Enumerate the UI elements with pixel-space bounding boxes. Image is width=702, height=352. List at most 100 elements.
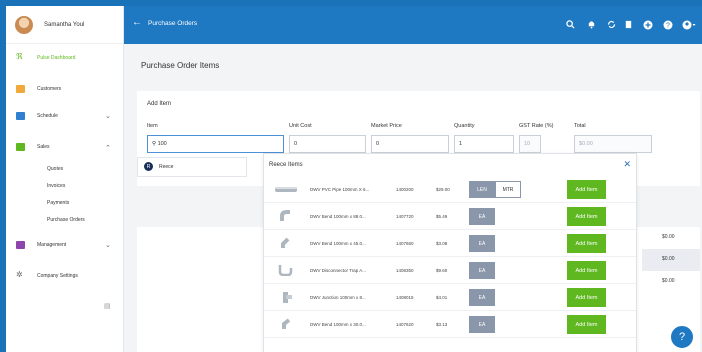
sidebar: Samantha Youl ℜ Pulse Dashboard Customer…	[6, 6, 124, 352]
supplier-items-modal: Reece Items ✕ DWV PVC Pipe 100mm X 6... …	[263, 153, 637, 352]
gst-rate-label: GST Rate (%)	[519, 123, 554, 129]
calendar-icon	[16, 112, 25, 120]
chevron-down-icon: ⌄	[105, 113, 111, 120]
total-input: $0.00	[574, 135, 652, 153]
row-total: $0.00	[642, 249, 700, 271]
sidebar-item-customers[interactable]: Customers	[6, 82, 124, 96]
user-menu-icon[interactable]	[681, 19, 697, 30]
list-item: DWV Junction 100mm x 8... 1408015 $4.01 …	[264, 284, 636, 311]
help-chat-button[interactable]: ?	[669, 324, 695, 350]
sidebar-subitem-quotes[interactable]: Quotes	[47, 166, 63, 172]
avatar	[15, 15, 33, 34]
item-description: DWV Disconnector Trap A...	[310, 268, 367, 273]
supplier-name: Reece	[159, 164, 174, 170]
sidebar-item-pulse-dashboard[interactable]: ℜ Pulse Dashboard	[6, 51, 124, 65]
add-item-button[interactable]: Add Item	[567, 261, 606, 280]
bend-thumbnail-icon	[281, 237, 290, 248]
app-frame: Samantha Youl ℜ Pulse Dashboard Customer…	[6, 6, 702, 352]
top-bar: ← Purchase Orders ?	[124, 6, 702, 44]
sidebar-item-label: Pulse Dashboard	[37, 55, 76, 61]
item-search-input[interactable]: ⚲ 100	[147, 135, 284, 153]
unit-option-ea[interactable]: EA	[469, 289, 495, 306]
sidebar-item-label: Sales	[37, 144, 50, 150]
search-icon[interactable]	[565, 19, 576, 30]
list-item: DWV Bend 100mm x 45.0... 1407660 $3.08 E…	[264, 230, 636, 257]
sidebar-item-label: Customers	[37, 86, 62, 92]
sidebar-item-label: Management	[37, 242, 67, 248]
close-icon[interactable]: ✕	[623, 159, 631, 170]
row-total: $0.00	[662, 278, 675, 284]
sync-icon[interactable]	[606, 19, 617, 30]
item-search-value: 100	[157, 141, 167, 147]
unit-option-ea[interactable]: EA	[469, 316, 495, 333]
collapse-sidebar-icon[interactable]: ▤	[104, 302, 111, 310]
help-circle-icon[interactable]: ?	[662, 19, 673, 30]
unit-option-ea[interactable]: EA	[469, 262, 495, 279]
item-code: 1407720	[396, 214, 414, 219]
sidebar-item-schedule[interactable]: Schedule ⌄	[6, 109, 124, 123]
item-label: Item	[147, 123, 158, 129]
page-title: Purchase Order Items	[141, 61, 220, 70]
back-arrow-icon[interactable]: ←	[132, 17, 142, 28]
sidebar-subitem-invoices[interactable]: Invoices	[47, 183, 65, 189]
sidebar-item-label: Company Settings	[37, 273, 78, 279]
unit-option-mtr[interactable]: MTR	[495, 181, 521, 198]
chevron-up-icon: ⌃	[105, 145, 111, 152]
svg-text:?: ?	[666, 22, 670, 29]
header-title: Purchase Orders	[148, 20, 198, 27]
help-icon: ?	[678, 331, 686, 343]
sidebar-item-sales[interactable]: Sales ⌃	[6, 140, 124, 154]
item-description: DWV Junction 100mm x 8...	[310, 295, 366, 300]
add-item-heading: Add Item	[147, 101, 172, 107]
bend-thumbnail-icon	[280, 210, 290, 221]
trap-thumbnail-icon	[278, 265, 293, 276]
user-profile[interactable]: Samantha Youl	[6, 6, 123, 44]
item-code: 1400200	[396, 187, 414, 192]
modal-title: Reece Items	[269, 162, 303, 168]
item-description: DWV PVC Pipe 100mm X 6...	[310, 187, 370, 192]
total-label: Total	[574, 123, 586, 129]
quantity-label: Quantity	[454, 123, 475, 129]
customers-icon	[16, 85, 25, 93]
pipe-thumbnail-icon	[275, 187, 297, 192]
sidebar-item-management[interactable]: Management ⌄	[6, 238, 124, 252]
item-description: DWV Bend 100mm x 88.0...	[310, 214, 366, 219]
add-item-button[interactable]: Add Item	[567, 234, 606, 253]
item-code: 1407660	[396, 241, 414, 246]
unit-cost-label: Unit Cost	[289, 123, 312, 129]
bell-icon[interactable]	[586, 19, 597, 30]
document-icon[interactable]	[623, 19, 634, 30]
market-price-input[interactable]: 0	[371, 135, 449, 153]
item-price: $4.01	[436, 295, 448, 300]
supplier-suggestion[interactable]: R Reece	[137, 157, 247, 177]
add-item-button[interactable]: Add Item	[567, 315, 606, 334]
unit-option-ea[interactable]: EA	[469, 235, 495, 252]
item-description: DWV Bend 100mm x 45.0...	[310, 241, 366, 246]
supplier-logo-icon: R	[144, 162, 153, 171]
market-price-label: Market Price	[371, 123, 402, 129]
sidebar-subitem-purchase-orders[interactable]: Purchase Orders	[47, 217, 85, 223]
sidebar-subitem-payments[interactable]: Payments	[47, 200, 69, 206]
item-price: $3.13	[436, 322, 448, 327]
gst-rate-input[interactable]: 10	[519, 135, 541, 153]
row-total: $0.00	[662, 234, 675, 240]
search-icon: ⚲	[152, 141, 157, 147]
add-item-button[interactable]: Add Item	[567, 180, 606, 199]
sales-icon	[16, 143, 25, 151]
item-price: $29.00	[436, 187, 450, 192]
unit-cost-input[interactable]: 0	[289, 135, 366, 153]
user-name: Samantha Youl	[44, 21, 85, 28]
item-code: 1408015	[396, 295, 414, 300]
unit-option-ea[interactable]: EA	[469, 208, 495, 225]
list-item: DWV Bend 100mm x 88.0... 1407720 $5.49 E…	[264, 203, 636, 230]
sidebar-item-company-settings[interactable]: ✲ Company Settings	[6, 269, 124, 283]
quantity-input[interactable]: 1	[454, 135, 514, 153]
list-item: DWV PVC Pipe 100mm X 6... 1400200 $29.00…	[264, 176, 636, 203]
add-item-button[interactable]: Add Item	[567, 288, 606, 307]
add-item-button[interactable]: Add Item	[567, 207, 606, 226]
add-circle-icon[interactable]	[642, 19, 653, 30]
item-description: DWV Bend 100mm x 30.0...	[310, 322, 366, 327]
unit-option-len[interactable]: LEN	[469, 181, 495, 198]
gear-icon: ✲	[16, 270, 23, 279]
bend-thumbnail-icon	[282, 318, 291, 329]
